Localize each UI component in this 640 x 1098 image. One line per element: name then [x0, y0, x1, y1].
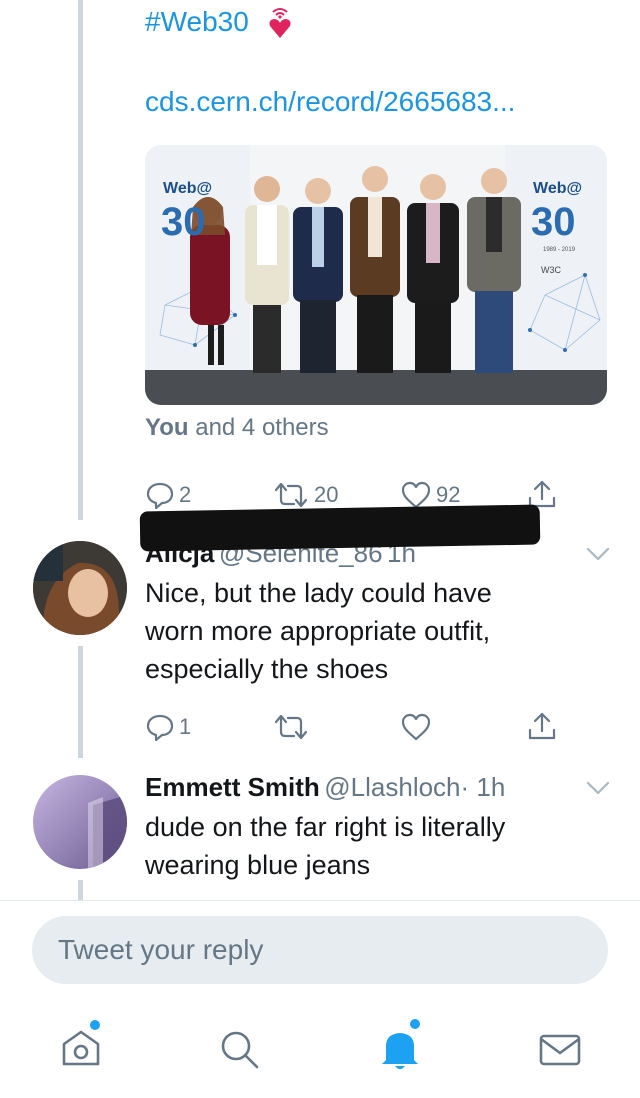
share-icon	[528, 712, 556, 740]
share-button[interactable]	[526, 710, 558, 742]
tweet-link[interactable]: cds.cern.ch/record/2665683...	[145, 86, 515, 118]
like-button[interactable]	[400, 712, 432, 742]
reply-input[interactable]: Tweet your reply	[32, 916, 608, 984]
redaction-mark	[139, 504, 541, 552]
photo-left-logo: Web@	[163, 180, 212, 197]
reply-icon	[146, 714, 174, 742]
event-photo: Web@ 30 Web@ 30 1989 - 2019 W3C	[145, 145, 607, 405]
chevron-down-icon[interactable]	[586, 546, 610, 562]
photo-w3c: W3C	[541, 265, 562, 275]
reply-author-name[interactable]: Emmett Smith	[145, 772, 320, 802]
messages-icon[interactable]	[538, 1032, 582, 1068]
reply-text: dude on the far right is literally weari…	[145, 812, 506, 880]
thread-line	[78, 646, 83, 758]
avatar-image	[33, 775, 127, 869]
reply-header: Emmett Smith @Llashloch· 1h	[145, 772, 505, 803]
reply-time: · 1h	[460, 772, 506, 802]
notifications-badge	[410, 1019, 420, 1029]
retweet-icon	[274, 714, 308, 740]
svg-text:30: 30	[161, 200, 206, 244]
photo-right-logo: Web@	[533, 180, 582, 197]
avatar[interactable]	[33, 775, 127, 869]
chevron-down-icon[interactable]	[586, 780, 610, 796]
reply-author-handle[interactable]: @Llashloch	[324, 772, 460, 802]
retweet-button[interactable]	[272, 712, 310, 742]
retweet-button[interactable]: 20	[272, 480, 338, 510]
retweet-icon	[274, 482, 308, 508]
divider	[0, 900, 640, 901]
avatar[interactable]	[33, 541, 127, 635]
notifications-icon[interactable]	[378, 1026, 422, 1072]
svg-text:30: 30	[531, 200, 576, 244]
avatar-image	[33, 541, 127, 635]
home-badge	[90, 1020, 100, 1030]
reply-button[interactable]: 1	[145, 712, 191, 742]
tweet-photo[interactable]: Web@ 30 Web@ 30 1989 - 2019 W3C	[145, 145, 607, 405]
home-icon[interactable]	[58, 1024, 104, 1070]
hashtag-link[interactable]: #Web30	[145, 6, 249, 38]
thread-line	[78, 880, 83, 900]
photo-years: 1989 - 2019	[543, 247, 576, 253]
likes-summary[interactable]: You and 4 others	[145, 414, 329, 442]
reply-button[interactable]: 2	[145, 480, 191, 510]
heart-icon	[401, 713, 431, 741]
thread-line	[78, 0, 83, 520]
heart-emoji-icon	[269, 8, 291, 38]
reply-input-placeholder: Tweet your reply	[58, 934, 264, 965]
reply-text: Nice, but the lady could have worn more …	[145, 578, 492, 684]
search-icon[interactable]	[218, 1028, 260, 1070]
reply-icon	[146, 482, 174, 510]
